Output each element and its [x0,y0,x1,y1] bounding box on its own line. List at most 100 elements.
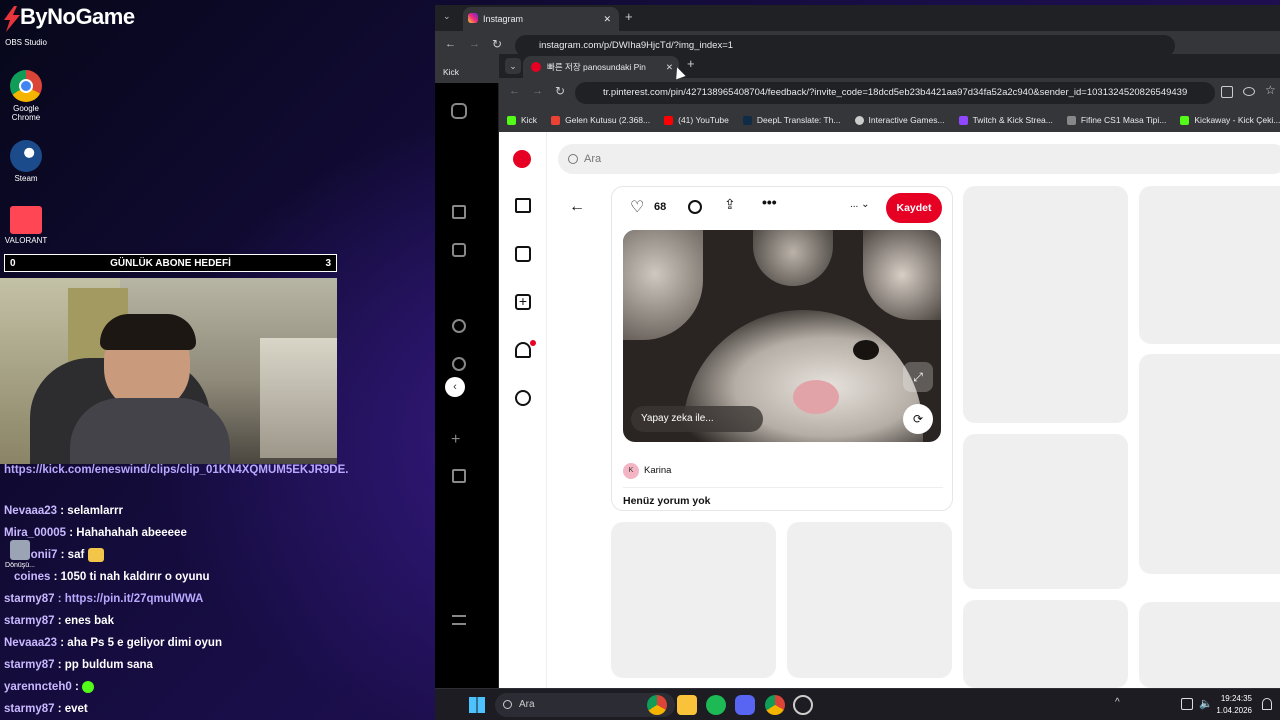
reels-icon[interactable] [452,243,466,257]
chat-text: : https://pin.it/27qmulWWA [57,593,204,605]
chat-username: starmy87 [4,615,55,627]
comment-icon[interactable] [688,200,702,214]
back-icon[interactable]: ← [445,38,456,50]
expand-icon[interactable]: ⤢ [903,362,933,392]
bookmark-item[interactable]: DeepL Translate: Th... [742,115,841,125]
pin-tab[interactable]: 빠른 저장 panosundaki Pin ✕ [523,56,679,78]
desktop-icon-obs[interactable]: OBS Studio [0,36,52,47]
share-icon[interactable]: ⇪ [724,196,736,213]
bookmark-label: Fifine CS1 Masa Tipi... [1080,115,1167,125]
new-tab-icon[interactable]: + [625,9,633,24]
author-name[interactable]: Karina [644,465,671,476]
chrome-icon[interactable] [647,695,667,715]
chat-message: yarenncteh0 : [4,676,349,698]
messages-icon[interactable] [515,390,531,406]
explore-icon[interactable] [452,357,466,371]
visual-search-icon[interactable]: ⟳ [903,404,933,434]
instagram-icon[interactable] [451,103,467,119]
like-icon[interactable]: ♡ [630,197,644,217]
back-arrow-icon[interactable]: ← [569,198,585,216]
bookmark-kick[interactable]: Kick [443,67,459,77]
tab-search-icon[interactable]: ⌄ [443,11,451,22]
more-options-icon[interactable]: ••• [762,194,777,210]
explore-icon[interactable] [515,246,531,262]
pin-placeholder-tile [1139,354,1280,574]
desktop-icon-steam[interactable]: Steam [0,140,52,183]
reload-icon[interactable]: ↻ [492,37,502,51]
close-icon[interactable]: ✕ [666,56,673,78]
notification-bell-icon[interactable] [1262,698,1272,710]
file-explorer-icon[interactable] [677,695,697,715]
spotify-icon[interactable] [706,695,726,715]
bookmark-item[interactable]: Fifine CS1 Masa Tipi... [1066,115,1167,125]
chat-username: Nevaaa23 [4,505,58,517]
instagram-sidebar: ‹ + [435,83,499,688]
back-icon[interactable]: ← [509,85,520,97]
pinterest-logo-icon[interactable] [513,150,531,168]
pinterest-search-input[interactable]: Ara [558,144,1280,174]
chat-text: : saf [60,549,85,561]
settings-icon[interactable] [793,695,813,715]
bookmark-item[interactable]: Twitch & Kick Strea... [958,115,1053,125]
new-tab-icon[interactable]: + [687,56,695,71]
eye-off-icon[interactable] [1243,87,1255,96]
tray-chevron-icon[interactable]: ^ [1115,697,1120,708]
bookmark-label: Gelen Kutusu (2.368... [565,115,651,125]
star-icon[interactable]: ☆ [1265,83,1276,97]
bookmark-item[interactable]: (41) YouTube [664,115,729,125]
goal-current: 0 [10,257,16,269]
menu-icon[interactable] [452,615,466,625]
bookmark-item[interactable]: Kickaway - Kick Çeki... [1180,115,1280,125]
discord-icon[interactable] [735,695,755,715]
chat-message: starmy87 : evet [4,698,349,720]
pin-address-bar[interactable]: tr.pinterest.com/pin/427138965408704/fee… [575,82,1215,104]
chat-message: starmy87 : pp buldum sana [4,654,349,676]
chat-username: yarenncteh0 [4,681,72,693]
board-dropdown-label: ... [850,199,859,210]
home-icon[interactable] [515,198,531,213]
start-icon[interactable] [469,697,485,713]
bookmark-item[interactable]: Interactive Games... [854,115,945,125]
desktop-icon-label: Steam [14,174,38,183]
notifications-icon[interactable] [515,342,531,358]
install-icon[interactable] [1221,86,1233,98]
collapse-chevron-icon[interactable]: ‹ [445,377,465,397]
ai-search-label: Yapay zeka ile... [641,413,714,424]
ig-tab[interactable]: Instagram ✕ [463,7,619,31]
home-icon[interactable] [452,205,466,219]
pinterest-tab-icon [531,62,541,72]
notification-dot [530,340,536,346]
forward-icon[interactable]: → [469,38,480,50]
close-icon[interactable]: ✕ [603,7,611,31]
chat-username: starmy87 [4,593,55,605]
pin-image[interactable]: ⤢ Yapay zeka ile... ⟳ [623,230,941,442]
bookmark-item[interactable]: Kick [507,115,537,125]
board-dropdown[interactable]: ... ⌄ [850,199,870,210]
dashboard-icon[interactable] [452,469,466,483]
desktop-icon-recycle-bin[interactable]: Dönüşü... [0,540,40,569]
create-icon[interactable]: + [451,431,460,449]
chrome-active-icon[interactable] [765,695,785,715]
desktop-icon-chrome[interactable]: Google Chrome [0,70,52,122]
chat-message: Nevaaa23 : aha Ps 5 e geliyor dimi oyun [4,632,349,654]
tab-search-icon[interactable]: ⌄ [505,58,521,74]
system-clock[interactable]: 19:24:35 1.04.2026 [1216,693,1252,717]
deepl-icon [742,115,752,125]
author-avatar[interactable]: K [623,463,639,479]
chat-message: starmy87 : https://pin.it/27qmulWWA [4,588,349,610]
volume-icon[interactable]: 🔈 [1199,697,1213,710]
save-button[interactable]: Kaydet [886,193,942,223]
twitch-icon [958,115,968,125]
bookmark-item[interactable]: Gelen Kutusu (2.368... [551,115,650,125]
search-placeholder: Ara [584,153,602,165]
forward-icon[interactable]: → [532,85,543,97]
wifi-icon[interactable] [1181,698,1193,710]
pinterest-browser-window[interactable]: ⌄ 빠른 저장 panosundaki Pin ✕ + ← → ↻ tr.pin… [499,54,1280,688]
create-icon[interactable]: + [515,294,531,310]
desktop-icon-valorant[interactable]: VALORANT [0,206,52,245]
chat-message: coines : 1050 ti nah kaldırır o oyunu [4,566,349,588]
search-icon [503,700,512,709]
search-icon[interactable] [452,319,466,333]
reload-icon[interactable]: ↻ [555,84,565,98]
ai-search-pill[interactable]: Yapay zeka ile... [631,406,763,432]
